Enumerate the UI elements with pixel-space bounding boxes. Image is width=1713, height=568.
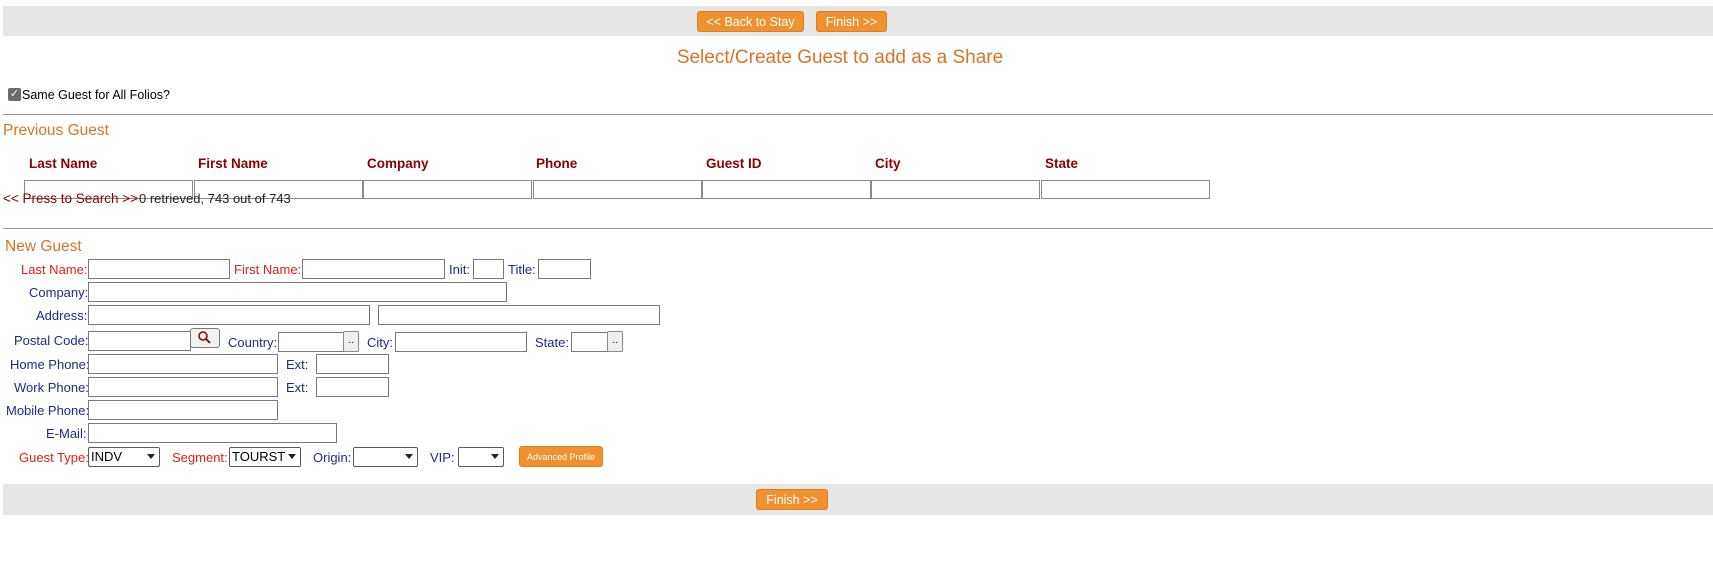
country-input[interactable]	[278, 332, 344, 352]
city-label: City:	[367, 335, 393, 350]
origin-label: Origin:	[313, 450, 352, 465]
chevron-down-icon	[288, 454, 296, 459]
search-state-input[interactable]	[1041, 180, 1210, 199]
vip-label: VIP:	[430, 450, 455, 465]
same-guest-label: Same Guest for All Folios?	[22, 88, 170, 102]
init-input[interactable]	[473, 259, 504, 279]
same-guest-checkbox[interactable]: ✓	[8, 88, 21, 101]
chevron-down-icon	[405, 454, 413, 459]
home-phone-input[interactable]	[88, 354, 278, 374]
search-guest-id-input[interactable]	[702, 180, 871, 199]
col-state: State	[1045, 156, 1079, 171]
address-line2-input[interactable]	[378, 305, 660, 325]
divider	[3, 114, 1713, 115]
home-phone-label: Home Phone:	[10, 357, 90, 372]
segment-value: TOURST	[232, 449, 286, 464]
first-name-input[interactable]	[302, 259, 445, 279]
email-label: E-Mail:	[46, 426, 87, 441]
new-guest-heading: New Guest	[5, 238, 82, 255]
mobile-phone-input[interactable]	[88, 400, 278, 420]
postal-code-input[interactable]	[88, 331, 191, 351]
magnifier-icon	[198, 331, 211, 344]
search-city-input[interactable]	[871, 180, 1040, 199]
work-ext-input[interactable]	[316, 377, 389, 397]
origin-select[interactable]	[353, 447, 418, 467]
first-name-label: First Name:	[234, 262, 302, 277]
postal-code-label: Postal Code:	[14, 333, 89, 348]
col-city: City	[875, 156, 901, 171]
guest-type-select[interactable]: INDV	[88, 447, 160, 467]
address-line1-input[interactable]	[88, 305, 370, 325]
company-input[interactable]	[88, 282, 507, 302]
company-label: Company:	[29, 285, 89, 300]
finish-button-bottom[interactable]: Finish >>	[756, 489, 828, 510]
work-ext-label: Ext:	[286, 380, 309, 395]
col-last-name: Last Name	[29, 156, 98, 171]
bottom-toolbar	[3, 484, 1713, 515]
vip-select[interactable]	[458, 447, 504, 467]
state-lookup-button[interactable]: ..	[607, 331, 623, 352]
mobile-phone-label: Mobile Phone:	[6, 403, 90, 418]
country-lookup-button[interactable]: ..	[343, 331, 359, 352]
guest-type-value: INDV	[91, 449, 123, 464]
divider	[3, 228, 1713, 229]
page-title: Select/Create Guest to add as a Share	[676, 47, 1004, 68]
search-status: 0 retrieved, 743 out of 743	[139, 191, 291, 206]
email-input[interactable]	[88, 423, 337, 443]
previous-guest-heading: Previous Guest	[3, 122, 109, 139]
home-ext-label: Ext:	[286, 357, 309, 372]
postal-lookup-button[interactable]	[190, 328, 220, 348]
col-company: Company	[367, 156, 429, 171]
guest-type-label: Guest Type:	[19, 450, 89, 465]
country-label: Country:	[228, 335, 278, 350]
title-label: Title:	[508, 262, 536, 277]
chevron-down-icon	[491, 454, 499, 459]
segment-label: Segment:	[172, 450, 228, 465]
state-label: State:	[535, 335, 569, 350]
search-phone-input[interactable]	[533, 180, 702, 199]
press-to-search-link[interactable]: << Press to Search >>	[3, 191, 138, 206]
state-input[interactable]	[571, 332, 608, 352]
search-company-input[interactable]	[363, 180, 532, 199]
home-ext-input[interactable]	[316, 354, 389, 374]
chevron-down-icon	[147, 454, 155, 459]
city-input[interactable]	[395, 332, 527, 352]
address-label: Address:	[36, 308, 88, 323]
title-input[interactable]	[538, 259, 591, 279]
init-label: Init:	[449, 262, 470, 277]
col-first-name: First Name	[198, 156, 268, 171]
finish-button-top[interactable]: Finish >>	[816, 11, 887, 32]
back-to-stay-button[interactable]: << Back to Stay	[697, 11, 804, 32]
last-name-label: Last Name:	[21, 262, 88, 277]
col-phone: Phone	[536, 156, 578, 171]
advanced-profile-button[interactable]: Advanced Profile	[519, 446, 603, 467]
segment-select[interactable]: TOURST	[229, 447, 301, 467]
last-name-input[interactable]	[88, 259, 230, 279]
work-phone-input[interactable]	[88, 377, 278, 397]
work-phone-label: Work Phone:	[14, 380, 89, 395]
col-guest-id: Guest ID	[706, 156, 762, 171]
